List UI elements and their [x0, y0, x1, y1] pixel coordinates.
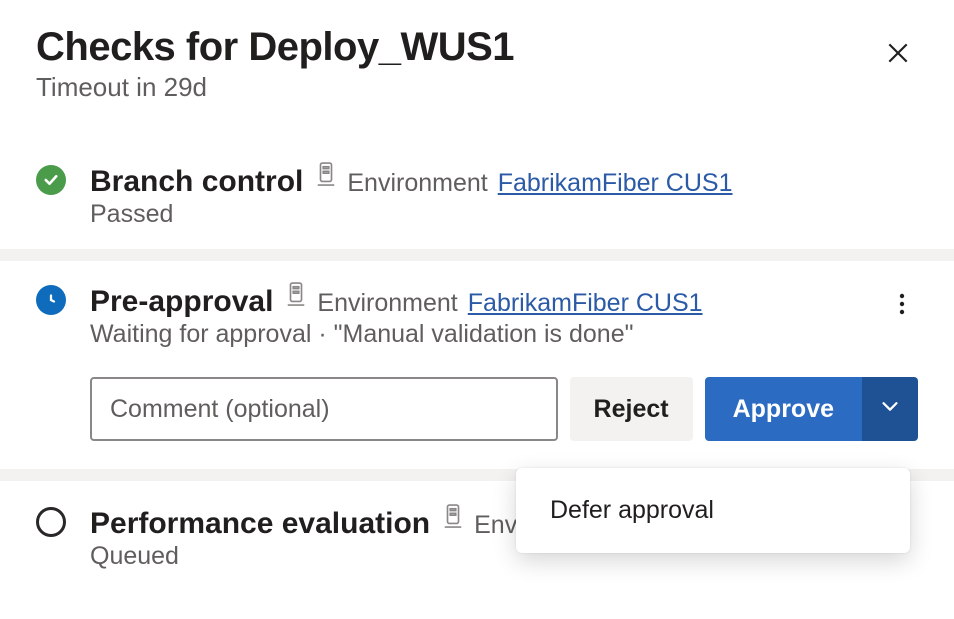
more-actions-button[interactable] [886, 289, 918, 321]
defer-approval-item[interactable]: Defer approval [516, 480, 910, 541]
timeout-subtitle: Timeout in 29d [36, 72, 874, 103]
close-button[interactable] [874, 30, 922, 78]
reject-button[interactable]: Reject [570, 377, 693, 441]
approval-action-row: Reject Approve [90, 377, 918, 441]
section-divider [0, 249, 954, 261]
check-name: Performance evaluation [90, 507, 430, 540]
check-body: Branch control Environment FabrikamFiber… [90, 161, 918, 229]
check-item-branch-control: Branch control Environment FabrikamFiber… [0, 119, 954, 249]
header-text: Checks for Deploy_WUS1 Timeout in 29d [36, 24, 874, 103]
chevron-down-icon [879, 395, 901, 424]
checks-panel: Checks for Deploy_WUS1 Timeout in 29d Br… [0, 0, 954, 601]
panel-header: Checks for Deploy_WUS1 Timeout in 29d [0, 0, 954, 119]
check-status-text: Waiting for approval · "Manual validatio… [90, 320, 918, 349]
approve-dropdown-toggle[interactable] [862, 377, 918, 441]
close-icon [885, 40, 911, 69]
status-waiting-icon [36, 285, 66, 315]
environment-link[interactable]: FabrikamFiber CUS1 [498, 169, 733, 198]
status-passed-icon [36, 165, 66, 195]
environment-label: Environment [317, 289, 457, 318]
check-item-pre-approval: Pre-approval Environment FabrikamFiber C… [0, 261, 954, 469]
status-queued-icon [36, 507, 66, 537]
check-name: Branch control [90, 165, 303, 198]
environment-link[interactable]: FabrikamFiber CUS1 [468, 289, 703, 318]
approve-split-button: Approve [705, 377, 918, 441]
check-name: Pre-approval [90, 285, 273, 318]
check-status-text: Passed [90, 200, 918, 229]
comment-input[interactable] [90, 377, 558, 441]
kebab-icon [899, 293, 905, 318]
approve-button[interactable]: Approve [705, 377, 862, 441]
environment-icon [315, 161, 339, 198]
environment-label: Environment [347, 169, 487, 198]
environment-icon [285, 281, 309, 318]
check-header-line: Pre-approval Environment FabrikamFiber C… [90, 281, 918, 318]
check-header-line: Branch control Environment FabrikamFiber… [90, 161, 918, 198]
check-body: Pre-approval Environment FabrikamFiber C… [90, 281, 918, 441]
approve-dropdown-menu: Defer approval [516, 468, 910, 553]
panel-title: Checks for Deploy_WUS1 [36, 24, 874, 70]
environment-icon [442, 503, 466, 540]
